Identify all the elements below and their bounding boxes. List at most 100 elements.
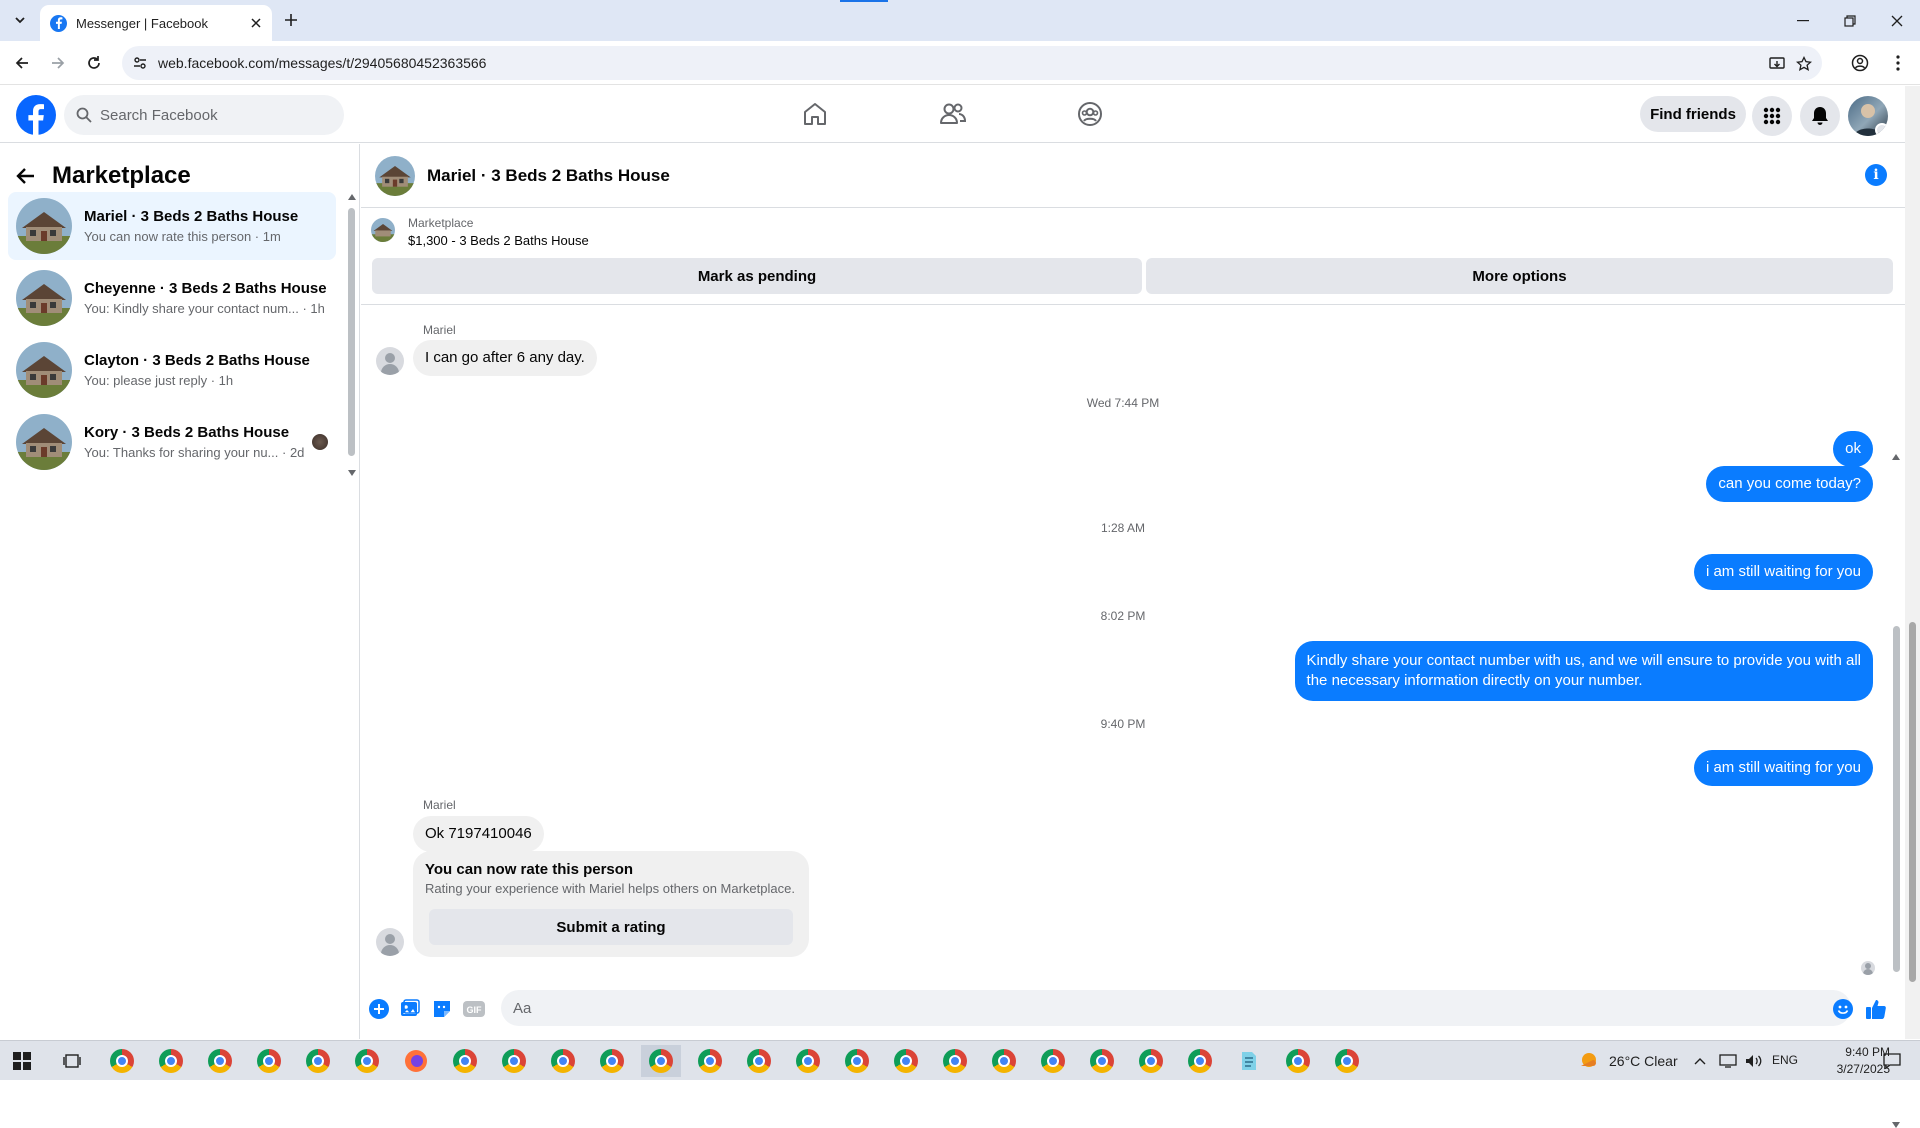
find-friends-button[interactable]: Find friends <box>1640 96 1746 132</box>
conversation-item-clayton[interactable]: Clayton · 3 Beds 2 Baths House You: plea… <box>8 336 336 404</box>
message-input-box[interactable] <box>501 990 1851 1026</box>
outgoing-message[interactable]: i am still waiting for you <box>1693 554 1873 590</box>
chat-scrollbar-thumb[interactable] <box>1893 626 1900 972</box>
account-chevron-down-icon[interactable] <box>1875 123 1888 136</box>
home-icon[interactable] <box>797 96 833 132</box>
chrome-taskbar-icon[interactable] <box>200 1045 240 1077</box>
chrome-taskbar-icon[interactable] <box>592 1045 632 1077</box>
chrome-taskbar-icon[interactable] <box>935 1045 975 1077</box>
windows-start-icon[interactable] <box>2 1045 42 1077</box>
chrome-taskbar-icon[interactable] <box>298 1045 338 1077</box>
tab-search-icon[interactable] <box>8 8 32 32</box>
browser-menu-icon[interactable] <box>1885 50 1911 76</box>
close-window-icon[interactable] <box>1874 0 1920 41</box>
chrome-taskbar-icon[interactable] <box>690 1045 730 1077</box>
address-bar[interactable]: web.facebook.com/messages/t/294056804523… <box>122 46 1822 80</box>
emoji-icon[interactable] <box>1832 998 1854 1020</box>
weather-icon[interactable] <box>1568 1045 1608 1077</box>
photo-icon[interactable] <box>399 998 421 1020</box>
facebook-search-bar[interactable] <box>64 95 344 135</box>
notification-center-icon[interactable] <box>1872 1045 1912 1077</box>
chrome-taskbar-icon[interactable] <box>739 1045 779 1077</box>
network-icon[interactable] <box>1714 1045 1742 1077</box>
chrome-taskbar-icon[interactable] <box>788 1045 828 1077</box>
mariel-avatar[interactable] <box>376 347 404 375</box>
chrome-taskbar-icon[interactable] <box>1082 1045 1122 1077</box>
more-options-button[interactable]: More options <box>1146 258 1893 294</box>
listing-price[interactable]: $1,300 - 3 Beds 2 Baths House <box>408 233 589 248</box>
site-settings-icon[interactable] <box>132 55 148 71</box>
new-tab-icon[interactable] <box>279 8 303 32</box>
plus-circle-icon[interactable] <box>368 998 390 1020</box>
incoming-message[interactable]: I can go after 6 any day. <box>413 340 597 376</box>
outgoing-message[interactable]: can you come today? <box>1706 466 1873 502</box>
listing-thumbnail[interactable] <box>371 218 395 242</box>
chrome-taskbar-icon[interactable] <box>1278 1045 1318 1077</box>
conversation-name: Kory · 3 Beds 2 Baths House <box>84 424 290 441</box>
chrome-taskbar-icon[interactable] <box>445 1045 485 1077</box>
outgoing-message-long[interactable]: Kindly share your contact number with us… <box>1294 641 1873 701</box>
chrome-taskbar-icon[interactable] <box>1327 1045 1367 1077</box>
like-thumbs-up-icon[interactable] <box>1865 998 1887 1020</box>
firefox-taskbar-icon[interactable] <box>396 1045 436 1077</box>
message-input[interactable] <box>513 999 1793 1017</box>
chrome-taskbar-icon[interactable] <box>984 1045 1024 1077</box>
profile-icon[interactable] <box>1847 50 1873 76</box>
reload-icon[interactable] <box>81 50 107 76</box>
chrome-taskbar-icon[interactable] <box>494 1045 534 1077</box>
account-avatar[interactable] <box>1848 96 1888 136</box>
close-tab-icon[interactable] <box>246 13 266 33</box>
submit-rating-button[interactable]: Submit a rating <box>429 909 793 945</box>
notepad-taskbar-icon[interactable] <box>1229 1045 1269 1077</box>
facebook-logo-icon[interactable] <box>16 95 56 135</box>
chrome-taskbar-icon[interactable] <box>1180 1045 1220 1077</box>
volume-icon[interactable] <box>1740 1045 1768 1077</box>
restore-icon[interactable] <box>1827 0 1873 41</box>
chrome-taskbar-icon[interactable] <box>1131 1045 1171 1077</box>
browser-tab[interactable]: Messenger | Facebook <box>40 5 272 41</box>
notifications-bell-icon[interactable] <box>1800 96 1840 136</box>
sticker-icon[interactable] <box>431 998 453 1020</box>
page-scrollbar-thumb[interactable] <box>1909 622 1916 982</box>
chat-house-avatar[interactable] <box>375 155 415 196</box>
chrome-taskbar-icon[interactable] <box>543 1045 583 1077</box>
language-indicator[interactable]: ENG <box>1772 1053 1798 1067</box>
incoming-message[interactable]: Ok 7197410046 <box>413 816 544 852</box>
info-icon[interactable]: i <box>1865 164 1887 186</box>
chrome-taskbar-icon[interactable] <box>1033 1045 1073 1077</box>
show-hidden-icons-chevron-icon[interactable] <box>1686 1045 1714 1077</box>
back-arrow-icon[interactable] <box>9 50 35 76</box>
chrome-taskbar-icon[interactable] <box>347 1045 387 1077</box>
chrome-taskbar-icon-active[interactable] <box>641 1045 681 1077</box>
page-scrollbar[interactable] <box>1905 86 1920 1039</box>
conversation-list-scrollbar-thumb[interactable] <box>348 208 355 456</box>
task-view-icon[interactable] <box>52 1045 92 1077</box>
conversation-list-scrollbar[interactable] <box>346 194 356 476</box>
chat-title[interactable]: Mariel · 3 Beds 2 Baths House <box>427 166 670 186</box>
outgoing-message[interactable]: ok <box>1833 431 1873 467</box>
back-arrow-icon[interactable] <box>16 166 36 186</box>
chrome-taskbar-icon[interactable] <box>102 1045 142 1077</box>
minimize-icon[interactable] <box>1780 0 1826 41</box>
menu-grid-icon[interactable] <box>1752 96 1792 136</box>
chrome-taskbar-icon[interactable] <box>837 1045 877 1077</box>
friends-icon[interactable] <box>935 96 971 132</box>
weather-text[interactable]: 26°C Clear <box>1609 1053 1678 1069</box>
conversation-item-cheyenne[interactable]: Cheyenne · 3 Beds 2 Baths House You: Kin… <box>8 264 336 332</box>
conversation-item-mariel[interactable]: Mariel · 3 Beds 2 Baths House You can no… <box>8 192 336 260</box>
groups-icon[interactable] <box>1072 96 1108 132</box>
chat-header: Mariel · 3 Beds 2 Baths House i <box>361 144 1905 208</box>
forward-arrow-icon[interactable] <box>45 50 71 76</box>
gif-icon[interactable]: GIF <box>463 998 485 1020</box>
chrome-taskbar-icon[interactable] <box>151 1045 191 1077</box>
chat-scrollbar[interactable] <box>1889 306 1903 1128</box>
chrome-taskbar-icon[interactable] <box>249 1045 289 1077</box>
chrome-taskbar-icon[interactable] <box>886 1045 926 1077</box>
mark-as-pending-button[interactable]: Mark as pending <box>372 258 1142 294</box>
outgoing-message[interactable]: i am still waiting for you <box>1693 750 1873 786</box>
mariel-avatar[interactable] <box>376 928 404 956</box>
conversation-item-kory[interactable]: Kory · 3 Beds 2 Baths House You: Thanks … <box>8 408 336 476</box>
search-input[interactable] <box>100 106 320 124</box>
install-app-icon[interactable] <box>1767 54 1787 74</box>
bookmark-star-icon[interactable] <box>1794 54 1814 74</box>
